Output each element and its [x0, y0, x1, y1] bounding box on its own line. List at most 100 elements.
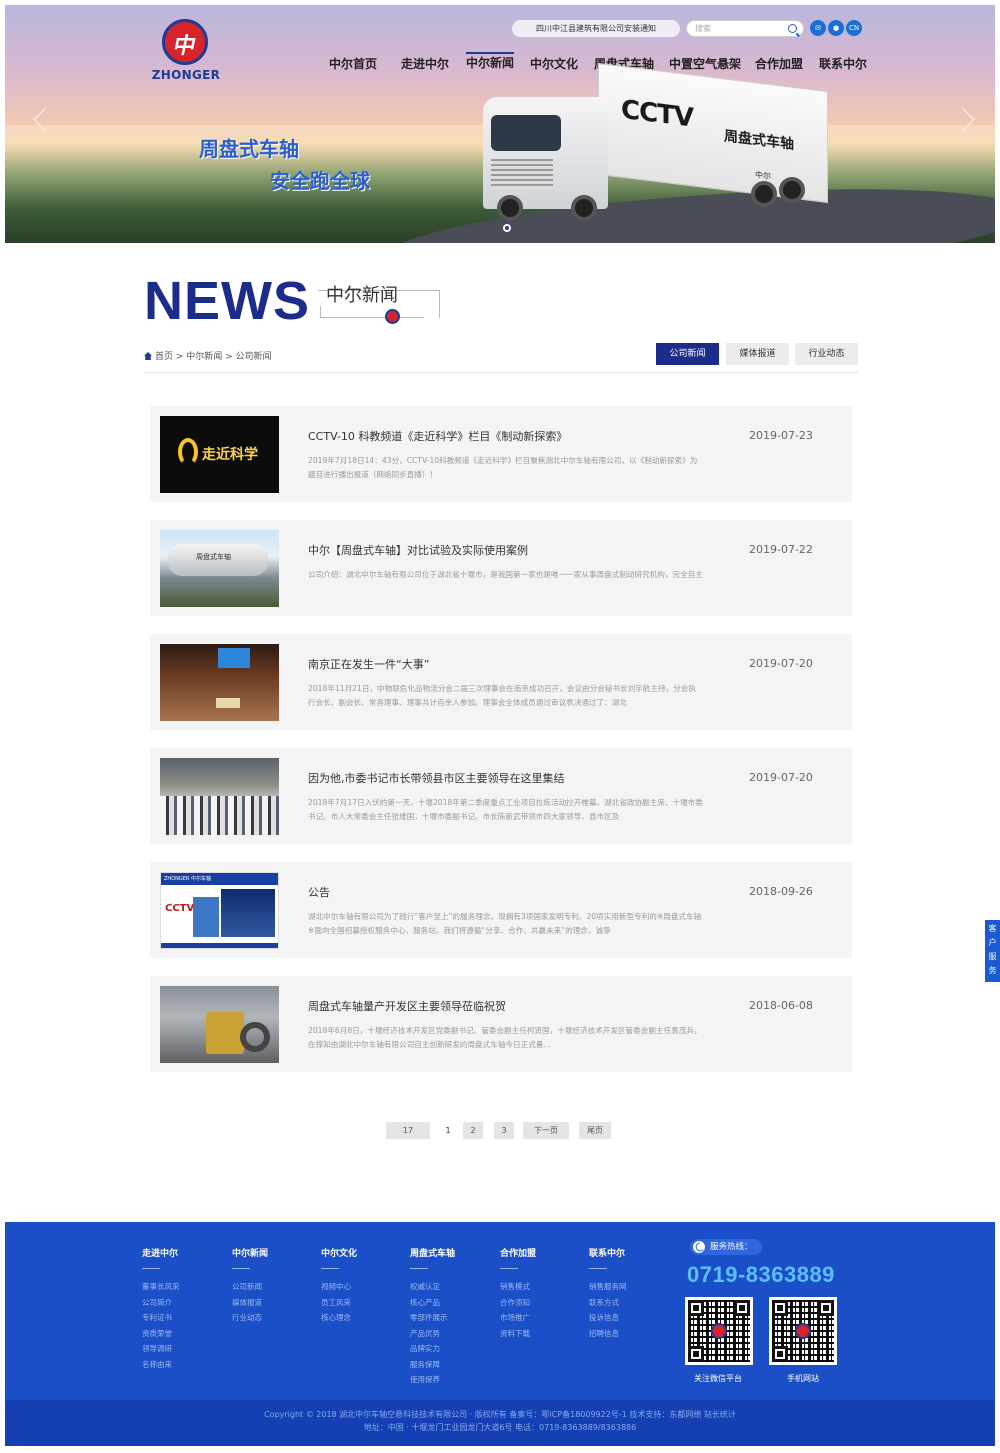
nav-news[interactable]: 中尔新闻 — [466, 52, 515, 71]
news-item[interactable]: 走近科学 CCTV-10 科教频道《走近科学》栏目《制动新探索》 2019年7月… — [150, 406, 852, 502]
search-icon[interactable] — [788, 24, 797, 33]
home-icon[interactable] — [144, 352, 152, 360]
breadcrumb-text[interactable]: 首页 > 中尔新闻 > 公司新闻 — [155, 352, 272, 362]
news-thumbnail[interactable]: 走近科学 — [160, 416, 279, 493]
next-slide-icon[interactable] — [960, 105, 974, 135]
tab-company-news[interactable]: 公司新闻 — [656, 343, 719, 365]
tab-media-reports[interactable]: 媒体报道 — [726, 343, 789, 365]
search-placeholder: 搜索 — [695, 24, 711, 33]
news-thumbnail[interactable]: ZHONGER 中尔车轴 CCTV — [160, 872, 279, 949]
qr-caption: 手机网站 — [787, 1374, 819, 1383]
footer-col-title[interactable]: 周盘式车轴 — [410, 1246, 490, 1259]
nav-contact[interactable]: 联系中尔 — [819, 55, 867, 72]
weibo-icon[interactable]: ● — [828, 20, 844, 36]
logo-mark: 中 — [170, 34, 199, 59]
nav-culture[interactable]: 中尔文化 — [530, 55, 578, 72]
news-thumbnail[interactable] — [160, 644, 279, 721]
footer-col-title[interactable]: 合作加盟 — [500, 1246, 580, 1259]
footer-link[interactable]: 使用保养 — [410, 1372, 490, 1388]
news-thumbnail[interactable]: 周盘式车轴 — [160, 530, 279, 607]
news-item[interactable]: 因为他,市委书记市长带领县市区主要领导在这里集结 2018年7月17日入伏的第一… — [150, 748, 852, 844]
prev-slide-icon[interactable] — [31, 105, 45, 135]
footer-link[interactable]: 权威认定 — [410, 1279, 490, 1295]
footer-link[interactable]: 服务保障 — [410, 1357, 490, 1373]
hotline-number[interactable]: 0719-8363889 — [687, 1262, 835, 1288]
lang-switch[interactable]: CN — [846, 20, 862, 36]
footer-link[interactable]: 零部件展示 — [410, 1310, 490, 1326]
customer-service-tab[interactable]: 客户服务 — [985, 920, 1000, 982]
footer-link[interactable]: 联系方式 — [589, 1295, 669, 1311]
footer-link[interactable]: 媒体报道 — [232, 1295, 312, 1311]
footer-link[interactable]: 销售服务网 — [589, 1279, 669, 1295]
footer-link[interactable]: 核心理念 — [321, 1310, 401, 1326]
nav-home[interactable]: 中尔首页 — [329, 55, 377, 72]
news-item[interactable]: 周盘式车轴 中尔【周盘式车轴】对比试验及实际使用案例 公司介绍：湖北中尔车轴有限… — [150, 520, 852, 616]
footer-link[interactable]: 资质荣誉 — [142, 1326, 222, 1342]
footer-column: 中尔新闻 公司新闻 媒体报道 行业动态 — [232, 1246, 312, 1326]
page-current[interactable]: 1 — [438, 1122, 458, 1139]
footer-link[interactable]: 品牌实力 — [410, 1341, 490, 1357]
footer-column: 中尔文化 视频中心 员工风采 核心理念 — [321, 1246, 401, 1326]
footer-link[interactable]: 视频中心 — [321, 1279, 401, 1295]
next-page-button[interactable]: 下一页 — [523, 1122, 569, 1139]
section-title-en: NEWS — [144, 271, 310, 331]
footer-col-title[interactable]: 中尔新闻 — [232, 1246, 312, 1259]
footer-link[interactable]: 核心产品 — [410, 1295, 490, 1311]
mini-logo-icon — [385, 309, 400, 324]
footer-link[interactable]: 名称由来 — [142, 1357, 222, 1373]
page-link[interactable]: 2 — [463, 1122, 483, 1139]
news-thumbnail[interactable] — [160, 986, 279, 1063]
footer-link[interactable]: 销售模式 — [500, 1279, 580, 1295]
phone-icon — [693, 1241, 705, 1253]
copyright-bar: Copyright © 2018 湖北中尔车轴空悬科技技术有限公司 · 版权所有… — [5, 1400, 995, 1446]
last-page-button[interactable]: 尾页 — [579, 1122, 611, 1139]
news-title[interactable]: 南京正在发生一件“大事” — [308, 656, 738, 672]
news-title[interactable]: 中尔【周盘式车轴】对比试验及实际使用案例 — [308, 542, 738, 558]
footer-link[interactable]: 公司新闻 — [232, 1279, 312, 1295]
site-logo[interactable]: 中 ZHONGER — [151, 19, 221, 83]
footer-link[interactable]: 招聘信息 — [589, 1326, 669, 1342]
news-summary: 2019年7月18日14：43分，CCTV-10科教频道《走近科学》栏目聚焦湖北… — [308, 456, 698, 479]
footer-col-title[interactable]: 中尔文化 — [321, 1246, 401, 1259]
footer-link[interactable]: 市场推广 — [500, 1310, 580, 1326]
news-title[interactable]: 周盘式车轴量产开发区主要领导莅临祝贺 — [308, 998, 738, 1014]
footer-link[interactable]: 资料下载 — [500, 1326, 580, 1342]
search-input[interactable]: 搜索 — [686, 20, 804, 37]
nav-suspension[interactable]: 中置空气悬架 — [669, 55, 741, 72]
page-link[interactable]: 3 — [494, 1122, 514, 1139]
hero-banner: 中 ZHONGER 四川中江县建筑有限公司安装通知 搜索 ✉ ● CN 中尔首页… — [5, 5, 995, 243]
footer-link[interactable]: 领导调研 — [142, 1341, 222, 1357]
footer-col-title[interactable]: 联系中尔 — [589, 1246, 669, 1259]
news-title[interactable]: 公告 — [308, 884, 738, 900]
news-title[interactable]: CCTV-10 科教频道《走近科学》栏目《制动新探索》 — [308, 428, 738, 444]
news-item[interactable]: ZHONGER 中尔车轴 CCTV 公告 湖北中尔车轴有限公司为了践行“客户至上… — [150, 862, 852, 958]
footer-link[interactable]: 专利证书 — [142, 1310, 222, 1326]
footer-link[interactable]: 产品优势 — [410, 1326, 490, 1342]
logo-wordmark: ZHONGER — [151, 68, 221, 82]
news-date: 2019-07-20 — [749, 771, 813, 784]
wechat-icon[interactable]: ✉ — [810, 20, 826, 36]
footer-link[interactable]: 公司简介 — [142, 1295, 222, 1311]
footer-link[interactable]: 员工风采 — [321, 1295, 401, 1311]
news-date: 2019-07-23 — [749, 429, 813, 442]
news-item[interactable]: 周盘式车轴量产开发区主要领导莅临祝贺 2018年6月8日，十堰经济技术开发区党委… — [150, 976, 852, 1072]
customer-service-label: 客户服务 — [988, 924, 997, 975]
news-summary: 湖北中尔车轴有限公司为了践行“客户至上”的服务理念，现拥有3项国家发明专利、20… — [308, 912, 702, 935]
slide-indicator[interactable] — [503, 224, 511, 232]
footer-column: 联系中尔 销售服务网 联系方式 投诉信息 招聘信息 — [589, 1246, 669, 1341]
qr-caption: 关注微信平台 — [694, 1374, 742, 1383]
footer-col-title[interactable]: 走进中尔 — [142, 1246, 222, 1259]
footer-link[interactable]: 合作须知 — [500, 1295, 580, 1311]
tab-industry-news[interactable]: 行业动态 — [795, 343, 858, 365]
news-thumbnail[interactable] — [160, 758, 279, 835]
nav-about[interactable]: 走进中尔 — [401, 55, 449, 72]
news-item[interactable]: 南京正在发生一件“大事” 2018年11月21日，中物联危化品物流分会二届三次理… — [150, 634, 852, 730]
footer-link[interactable]: 投诉信息 — [589, 1310, 669, 1326]
footer-link[interactable]: 董事长风采 — [142, 1279, 222, 1295]
nav-join[interactable]: 合作加盟 — [755, 55, 803, 72]
notice-ticker[interactable]: 四川中江县建筑有限公司安装通知 — [512, 20, 680, 37]
truck-cctv-logo: CCTV — [621, 94, 694, 134]
breadcrumb: 首页 > 中尔新闻 > 公司新闻 — [144, 349, 272, 362]
news-title[interactable]: 因为他,市委书记市长带领县市区主要领导在这里集结 — [308, 770, 738, 786]
footer-link[interactable]: 行业动态 — [232, 1310, 312, 1326]
